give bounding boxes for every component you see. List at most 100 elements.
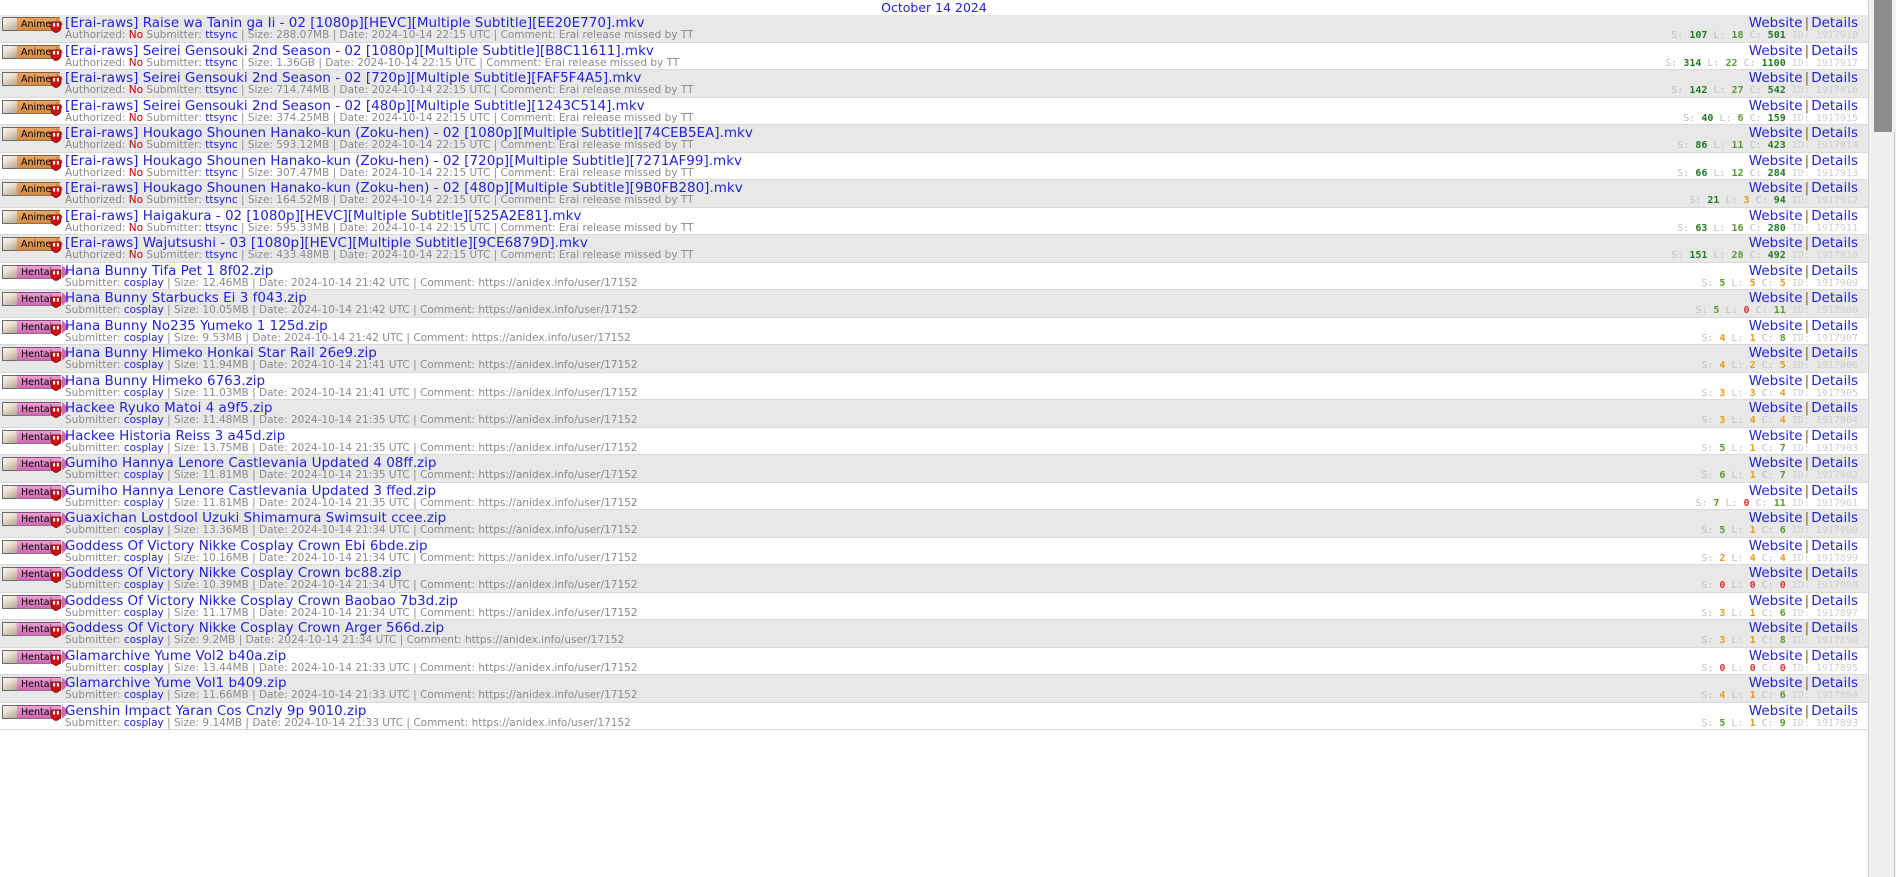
shield-icon[interactable] bbox=[50, 376, 62, 391]
submitter-link[interactable]: cosplay bbox=[124, 469, 164, 481]
category-thumbnail-image bbox=[2, 99, 18, 114]
submitter-link[interactable]: cosplay bbox=[124, 717, 164, 729]
table-row[interactable]: Hentai Hackee Ryuko Matoi 4 a9f5.zip Submi… bbox=[0, 400, 1868, 428]
date-label: Date: bbox=[258, 469, 291, 481]
shield-icon[interactable] bbox=[50, 73, 62, 89]
table-row[interactable]: Hentai Hana Bunny Starbucks Ei 3 f043.zip… bbox=[0, 290, 1868, 318]
comment-value: https://anidex.info/user/17152 bbox=[478, 386, 638, 399]
submitter-link[interactable]: ttsync bbox=[205, 249, 237, 261]
shield-icon[interactable] bbox=[50, 651, 62, 666]
submitter-link[interactable]: cosplay bbox=[124, 579, 164, 591]
shield-icon[interactable] bbox=[50, 623, 62, 639]
shield-icon[interactable] bbox=[50, 183, 62, 199]
table-row[interactable]: Hentai Glamarchive Yume Vol1 b409.zip Subm… bbox=[0, 675, 1868, 703]
table-row[interactable]: Hentai Goddess Of Victory Nikke Cosplay C… bbox=[0, 537, 1868, 565]
scrollbar-track[interactable] bbox=[1894, 132, 1895, 877]
torrent-list: Anime [Erai-raws] Raise wa Tanin ga Ii - … bbox=[0, 15, 1896, 730]
shield-icon[interactable] bbox=[50, 596, 62, 611]
submitter-link[interactable]: cosplay bbox=[124, 304, 164, 316]
completed-value: 501 bbox=[1767, 30, 1786, 41]
table-row[interactable]: Hentai Hana Bunny Himeko 6763.zip Submitte… bbox=[0, 372, 1868, 400]
submitter-link[interactable]: ttsync bbox=[205, 194, 237, 206]
table-row[interactable]: Anime [Erai-raws] Seirei Gensouki 2nd Sea… bbox=[0, 70, 1868, 98]
table-row[interactable]: Hentai Hana Bunny Himeko Honkai Star Rail… bbox=[0, 345, 1868, 373]
table-row[interactable]: Hentai Hana Bunny No235 Yumeko 1 125d.zip… bbox=[0, 317, 1868, 345]
shield-icon[interactable] bbox=[50, 678, 62, 694]
submitter-link[interactable]: ttsync bbox=[205, 222, 237, 234]
row-stats: S: 5 L: 1 C: 7 ID: 1917903 bbox=[1701, 442, 1858, 455]
submitter-link[interactable]: ttsync bbox=[205, 167, 237, 179]
table-row[interactable]: Anime [Erai-raws] Houkago Shounen Hanako-… bbox=[0, 125, 1868, 153]
submitter-link[interactable]: cosplay bbox=[124, 387, 164, 399]
shield-icon[interactable] bbox=[50, 486, 62, 501]
table-row[interactable]: Hentai Gumiho Hannya Lenore Castlevania U… bbox=[0, 455, 1868, 483]
shield-icon[interactable] bbox=[50, 568, 62, 584]
submitter-link[interactable]: cosplay bbox=[124, 277, 164, 289]
shield-icon[interactable] bbox=[50, 46, 62, 61]
shield-icon[interactable] bbox=[50, 458, 62, 474]
table-row[interactable]: Anime [Erai-raws] Haigakura - 02 [1080p][… bbox=[0, 207, 1868, 235]
submitter-label: Submitter: bbox=[146, 139, 206, 151]
table-row[interactable]: Anime [Erai-raws] Wajutsushi - 03 [1080p]… bbox=[0, 235, 1868, 263]
authorized-label: Authorized: bbox=[65, 111, 129, 124]
submitter-link[interactable]: cosplay bbox=[124, 634, 164, 646]
submitter-link[interactable]: cosplay bbox=[124, 359, 164, 371]
authorized-label: Authorized: bbox=[65, 56, 129, 69]
torrent-meta: Submitter: cosplay | Size: 11.03MB | Dat… bbox=[65, 386, 638, 399]
shield-icon[interactable] bbox=[50, 101, 62, 116]
row-stats: S: 151 L: 28 C: 492 ID: 1917910 bbox=[1671, 249, 1858, 262]
shield-icon[interactable] bbox=[50, 128, 62, 144]
submitter-link[interactable]: ttsync bbox=[205, 112, 237, 124]
torrent-meta: Submitter: cosplay | Size: 11.66MB | Dat… bbox=[65, 689, 638, 701]
submitter-link[interactable]: cosplay bbox=[124, 524, 164, 536]
table-row[interactable]: Hentai Goddess Of Victory Nikke Cosplay C… bbox=[0, 565, 1868, 593]
table-row[interactable]: Hentai Hackee Historia Reiss 3 a45d.zip Su… bbox=[0, 427, 1868, 455]
submitter-link[interactable]: cosplay bbox=[124, 442, 164, 454]
table-row[interactable]: Anime [Erai-raws] Seirei Gensouki 2nd Sea… bbox=[0, 97, 1868, 125]
authorized-label: Authorized: bbox=[65, 194, 129, 206]
table-row[interactable]: Anime [Erai-raws] Houkago Shounen Hanako-… bbox=[0, 152, 1868, 180]
shield-icon[interactable] bbox=[50, 266, 62, 281]
table-row[interactable]: Hentai Guaxichan Lostdool Uzuki Shimamura… bbox=[0, 510, 1868, 538]
shield-icon[interactable] bbox=[50, 211, 62, 226]
table-row[interactable]: Anime [Erai-raws] Seirei Gensouki 2nd Sea… bbox=[0, 42, 1868, 70]
table-row[interactable]: Hentai Genshin Impact Yaran Cos Cnzly 9p … bbox=[0, 702, 1868, 730]
submitter-link[interactable]: cosplay bbox=[124, 662, 164, 674]
vertical-scrollbar[interactable] bbox=[1868, 0, 1896, 877]
shield-icon[interactable] bbox=[50, 238, 62, 254]
shield-icon[interactable] bbox=[50, 321, 62, 336]
submitter-link[interactable]: ttsync bbox=[205, 84, 237, 96]
submitter-link[interactable]: cosplay bbox=[124, 607, 164, 619]
shield-icon[interactable] bbox=[50, 513, 62, 529]
table-row[interactable]: Hentai Glamarchive Yume Vol2 b40a.zip Subm… bbox=[0, 647, 1868, 675]
submitter-link[interactable]: cosplay bbox=[124, 689, 164, 701]
table-row[interactable]: Hentai Hana Bunny Tifa Pet 1 8f02.zip Subm… bbox=[0, 262, 1868, 290]
submitter-link[interactable]: cosplay bbox=[124, 552, 164, 564]
submitter-link[interactable]: ttsync bbox=[205, 57, 237, 69]
shield-icon[interactable] bbox=[50, 156, 62, 171]
table-row[interactable]: Anime [Erai-raws] Houkago Shounen Hanako-… bbox=[0, 180, 1868, 208]
shield-icon[interactable] bbox=[50, 18, 62, 34]
shield-icon[interactable] bbox=[50, 541, 62, 556]
seeders-value: 4 bbox=[1719, 360, 1726, 371]
table-row[interactable]: Hentai Goddess Of Victory Nikke Cosplay C… bbox=[0, 620, 1868, 648]
table-row[interactable]: Hentai Gumiho Hannya Lenore Castlevania U… bbox=[0, 482, 1868, 510]
submitter-label: Submitter: bbox=[65, 716, 124, 729]
shield-icon[interactable] bbox=[50, 403, 62, 419]
shield-icon[interactable] bbox=[50, 431, 62, 446]
submitter-link[interactable]: ttsync bbox=[205, 29, 237, 41]
leechers-label: L: bbox=[1731, 525, 1744, 536]
shield-icon[interactable] bbox=[50, 348, 62, 364]
table-row[interactable]: Hentai Goddess Of Victory Nikke Cosplay C… bbox=[0, 592, 1868, 620]
completed-value: 6 bbox=[1779, 690, 1786, 701]
submitter-link[interactable]: cosplay bbox=[124, 332, 164, 344]
submitter-link[interactable]: cosplay bbox=[124, 414, 164, 426]
shield-icon[interactable] bbox=[50, 293, 62, 309]
shield-icon[interactable] bbox=[50, 706, 62, 721]
seeders-label: S: bbox=[1701, 360, 1714, 371]
submitter-link[interactable]: cosplay bbox=[124, 497, 164, 509]
table-row[interactable]: Anime [Erai-raws] Raise wa Tanin ga Ii - … bbox=[0, 15, 1868, 43]
submitter-link[interactable]: ttsync bbox=[205, 139, 237, 151]
scrollbar-thumb[interactable] bbox=[1874, 0, 1892, 132]
leechers-value: 22 bbox=[1725, 57, 1738, 69]
